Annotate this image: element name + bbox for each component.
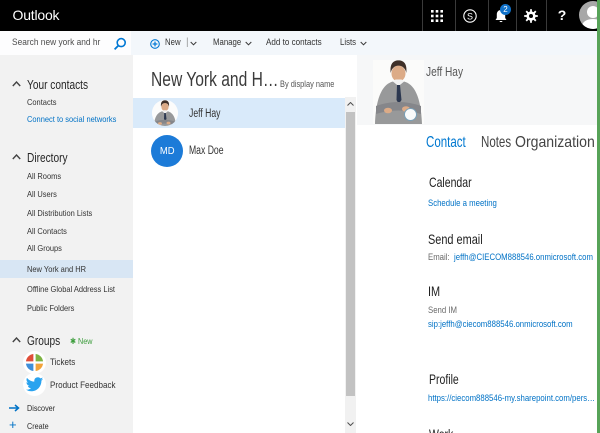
svg-text:S: S: [467, 11, 473, 21]
